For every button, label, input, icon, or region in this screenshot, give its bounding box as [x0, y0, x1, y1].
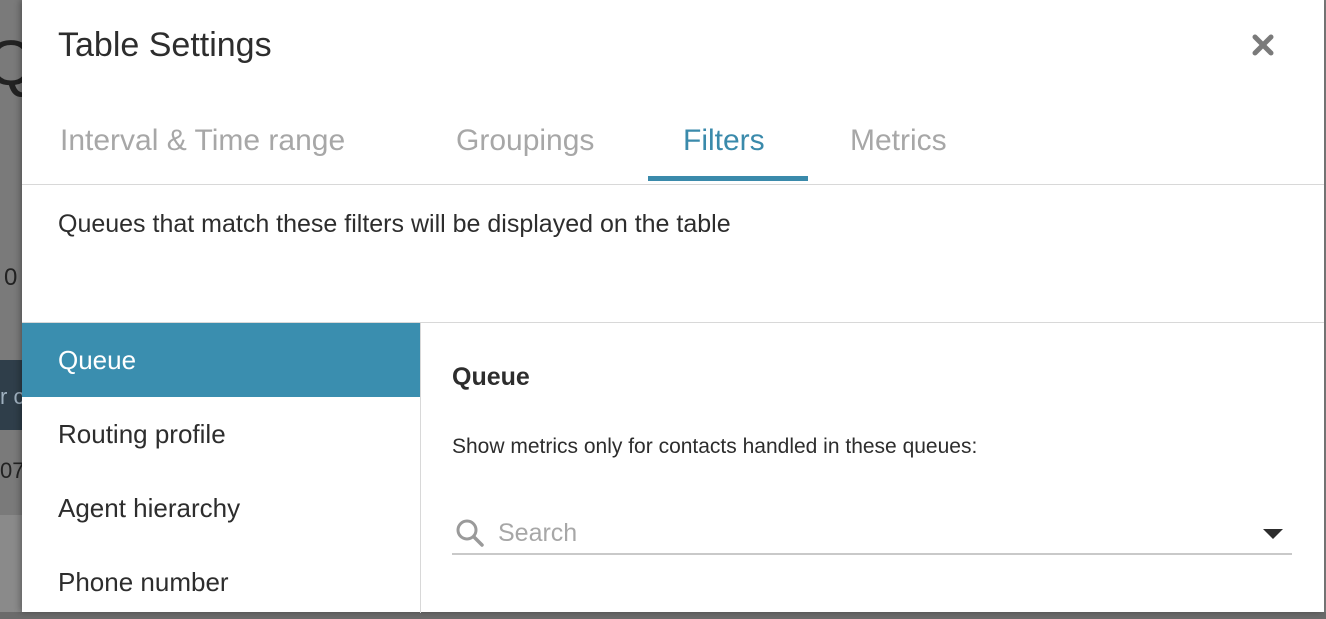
filter-category-list: Queue Routing profile Agent hierarchy Ph…: [22, 323, 421, 613]
filter-item-agent-hierarchy[interactable]: Agent hierarchy: [22, 471, 420, 545]
close-icon: [1252, 34, 1274, 56]
tab-metrics[interactable]: Metrics: [850, 124, 947, 158]
modal-title: Table Settings: [58, 26, 272, 64]
background-number-fragment: 07: [0, 458, 25, 483]
filter-item-queue[interactable]: Queue: [22, 323, 420, 397]
filters-panel: Queue Routing profile Agent hierarchy Ph…: [22, 322, 1324, 613]
filter-item-phone-number[interactable]: Phone number: [22, 545, 420, 619]
queue-search-field: [452, 515, 1292, 555]
filter-item-label: Routing profile: [58, 419, 226, 449]
chevron-down-icon[interactable]: [1262, 527, 1284, 541]
close-button[interactable]: [1248, 30, 1278, 60]
filter-item-label: Queue: [58, 345, 137, 375]
background-header-text-fragment: r c: [0, 384, 25, 409]
filter-detail-title: Queue: [452, 363, 530, 391]
filter-item-label: Phone number: [58, 567, 229, 597]
settings-tabs: Interval & Time range Groupings Filters …: [22, 112, 1324, 185]
filter-item-routing-profile[interactable]: Routing profile: [22, 397, 420, 471]
filters-description: Queues that match these filters will be …: [58, 210, 731, 238]
filter-detail-description: Show metrics only for contacts handled i…: [452, 435, 978, 458]
search-icon: [456, 519, 484, 547]
table-settings-modal: Table Settings Interval & Time range Gro…: [22, 0, 1324, 613]
filter-item-label: Agent hierarchy: [58, 493, 241, 523]
tab-groupings[interactable]: Groupings: [456, 124, 594, 158]
tab-filters[interactable]: Filters: [683, 124, 765, 158]
active-tab-indicator: [648, 176, 808, 181]
tab-interval-time-range[interactable]: Interval & Time range: [60, 124, 345, 158]
background-value-fragment: 0: [4, 264, 18, 291]
search-input[interactable]: [498, 515, 1238, 551]
